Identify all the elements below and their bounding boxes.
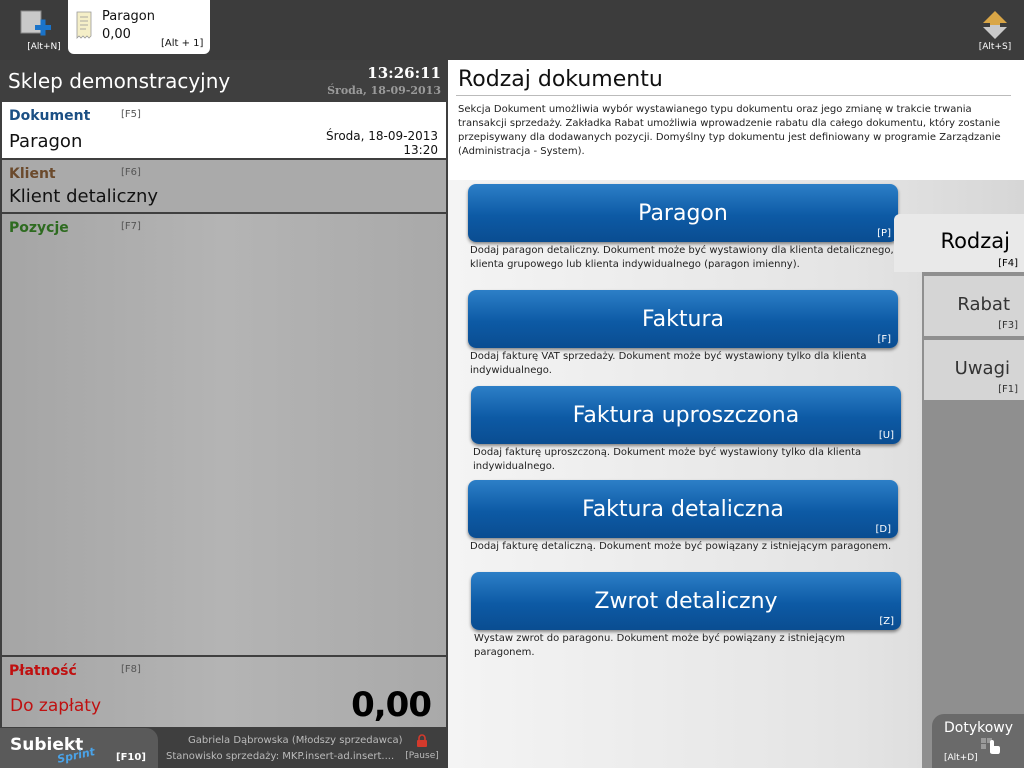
payment-section[interactable]: Płatność [F8] Do zapłaty 0,00 <box>2 657 446 727</box>
faktura-detaliczna-button-shortcut: [D] <box>875 524 891 535</box>
tab-uwagi-label: Uwagi <box>954 358 1010 379</box>
tab-rabat-label: Rabat <box>957 294 1010 315</box>
paragon-hint: Dodaj paragon detaliczny. Dokument może … <box>470 245 894 270</box>
open-document-tab[interactable]: Paragon 0,00 [Alt + 1] <box>68 0 210 54</box>
faktura-detaliczna-button-label: Faktura detaliczna <box>582 497 784 522</box>
faktura-uproszczona-button[interactable]: Faktura uproszczona [U] <box>471 386 901 444</box>
new-transaction-shortcut: [Alt+N] <box>27 42 61 52</box>
faktura-detaliczna-hint: Dodaj fakturę detaliczną. Dokument może … <box>470 541 892 552</box>
tab-rabat-shortcut: [F3] <box>998 320 1018 331</box>
client-section-title: Klient <box>9 166 56 182</box>
faktura-uproszczona-button-shortcut: [U] <box>878 430 894 441</box>
app-menu-button[interactable]: Subiekt Sprint [F10] <box>0 728 158 768</box>
store-name: Sklep demonstracyjny <box>8 69 231 93</box>
receipt-icon <box>76 11 92 39</box>
tab-rodzaj-shortcut: [F4] <box>998 258 1018 269</box>
swap-arrows-icon <box>983 11 1007 39</box>
clock-date: Środa, 18-09-2013 <box>327 84 441 97</box>
paragon-button-label: Paragon <box>638 201 728 226</box>
tab-document-name: Paragon <box>102 9 155 24</box>
touch-hand-icon <box>981 738 1000 754</box>
client-value: Klient detaliczny <box>9 186 159 207</box>
panel-description: Sekcja Dokument umożliwia wybór wystawia… <box>458 104 1001 157</box>
document-type-value: Paragon <box>9 131 83 152</box>
clock-time: 13:26:11 <box>367 64 441 82</box>
top-bar: [Alt+N] Paragon 0,00 [Alt + 1] [Alt+S] <box>0 0 1024 60</box>
document-options-area: Paragon [P] Dodaj paragon detaliczny. Do… <box>448 180 1024 768</box>
transaction-panel: Sklep demonstracyjny 13:26:11 Środa, 18-… <box>0 60 448 768</box>
current-user: Gabriela Dąbrowska (Młodszy sprzedawca) <box>188 735 403 746</box>
document-section-shortcut: [F5] <box>121 109 141 120</box>
app-menu-shortcut: [F10] <box>116 752 146 763</box>
panel-title: Rodzaj dokumentu <box>458 67 663 92</box>
zwrot-detaliczny-button-shortcut: [Z] <box>879 616 894 627</box>
faktura-button-label: Faktura <box>642 307 724 332</box>
document-date: Środa, 18-09-2013 <box>326 129 438 143</box>
faktura-hint: Dodaj fakturę VAT sprzedaży. Dokument mo… <box>470 351 867 376</box>
items-section-title: Pozycje <box>9 220 69 236</box>
lock-icon <box>417 734 427 747</box>
faktura-button-shortcut: [F] <box>877 334 891 345</box>
pause-shortcut: [Pause] <box>405 751 439 761</box>
touch-mode-shortcut: [Alt+D] <box>944 753 978 763</box>
zwrot-detaliczny-button-label: Zwrot detaliczny <box>594 589 778 614</box>
switch-layout-button[interactable]: [Alt+S] <box>972 0 1018 54</box>
tab-uwagi[interactable]: Uwagi [F1] <box>924 340 1024 400</box>
sales-station: Stanowisko sprzedaży: MKP.insert-ad.inse… <box>166 751 395 762</box>
document-section-title: Dokument <box>9 108 91 124</box>
status-bar: Subiekt Sprint [F10] Gabriela Dąbrowska … <box>0 728 448 768</box>
tab-document-shortcut: [Alt + 1] <box>161 38 204 49</box>
payment-section-title: Płatność <box>9 663 77 679</box>
side-tabs: Rodzaj [F4] Rabat [F3] Uwagi [F1] <box>894 214 1024 768</box>
tab-uwagi-shortcut: [F1] <box>998 384 1018 395</box>
client-section-shortcut: [F6] <box>121 167 141 178</box>
touch-mode-button[interactable]: Dotykowy [Alt+D] <box>932 714 1024 768</box>
paragon-button[interactable]: Paragon [P] <box>468 184 898 242</box>
zwrot-detaliczny-hint: Wystaw zwrot do paragonu. Dokument może … <box>474 633 846 658</box>
new-transaction-button[interactable]: [Alt+N] <box>20 0 68 54</box>
document-time: 13:20 <box>403 143 438 157</box>
add-document-icon <box>20 10 51 36</box>
pause-button[interactable]: [Pause] <box>400 734 444 766</box>
title-divider <box>456 95 1011 96</box>
faktura-uproszczona-button-label: Faktura uproszczona <box>572 403 800 428</box>
document-section[interactable]: Dokument [F5] Paragon Środa, 18-09-2013 … <box>2 102 446 158</box>
items-section-shortcut: [F7] <box>121 221 141 232</box>
items-section[interactable]: Pozycje [F7] <box>2 214 446 655</box>
faktura-detaliczna-button[interactable]: Faktura detaliczna [D] <box>468 480 898 538</box>
amount-due-label: Do zapłaty <box>10 696 102 716</box>
amount-due-value: 0,00 <box>351 685 432 725</box>
zwrot-detaliczny-button[interactable]: Zwrot detaliczny [Z] <box>471 572 901 630</box>
touch-mode-label: Dotykowy <box>944 720 1014 736</box>
tab-rodzaj[interactable]: Rodzaj [F4] <box>894 214 1024 272</box>
faktura-button[interactable]: Faktura [F] <box>468 290 898 348</box>
payment-section-shortcut: [F8] <box>121 664 141 675</box>
switch-layout-shortcut: [Alt+S] <box>978 42 1012 52</box>
store-header: Sklep demonstracyjny 13:26:11 Środa, 18-… <box>0 60 448 102</box>
client-section[interactable]: Klient [F6] Klient detaliczny <box>2 160 446 212</box>
tab-rabat[interactable]: Rabat [F3] <box>924 276 1024 336</box>
paragon-button-shortcut: [P] <box>877 228 891 239</box>
tab-rodzaj-label: Rodzaj <box>940 229 1010 253</box>
document-type-panel: Rodzaj dokumentu Sekcja Dokument umożliw… <box>448 60 1024 768</box>
faktura-uproszczona-hint: Dodaj fakturę uproszczoną. Dokument może… <box>473 447 862 472</box>
tab-document-amount: 0,00 <box>102 27 131 42</box>
